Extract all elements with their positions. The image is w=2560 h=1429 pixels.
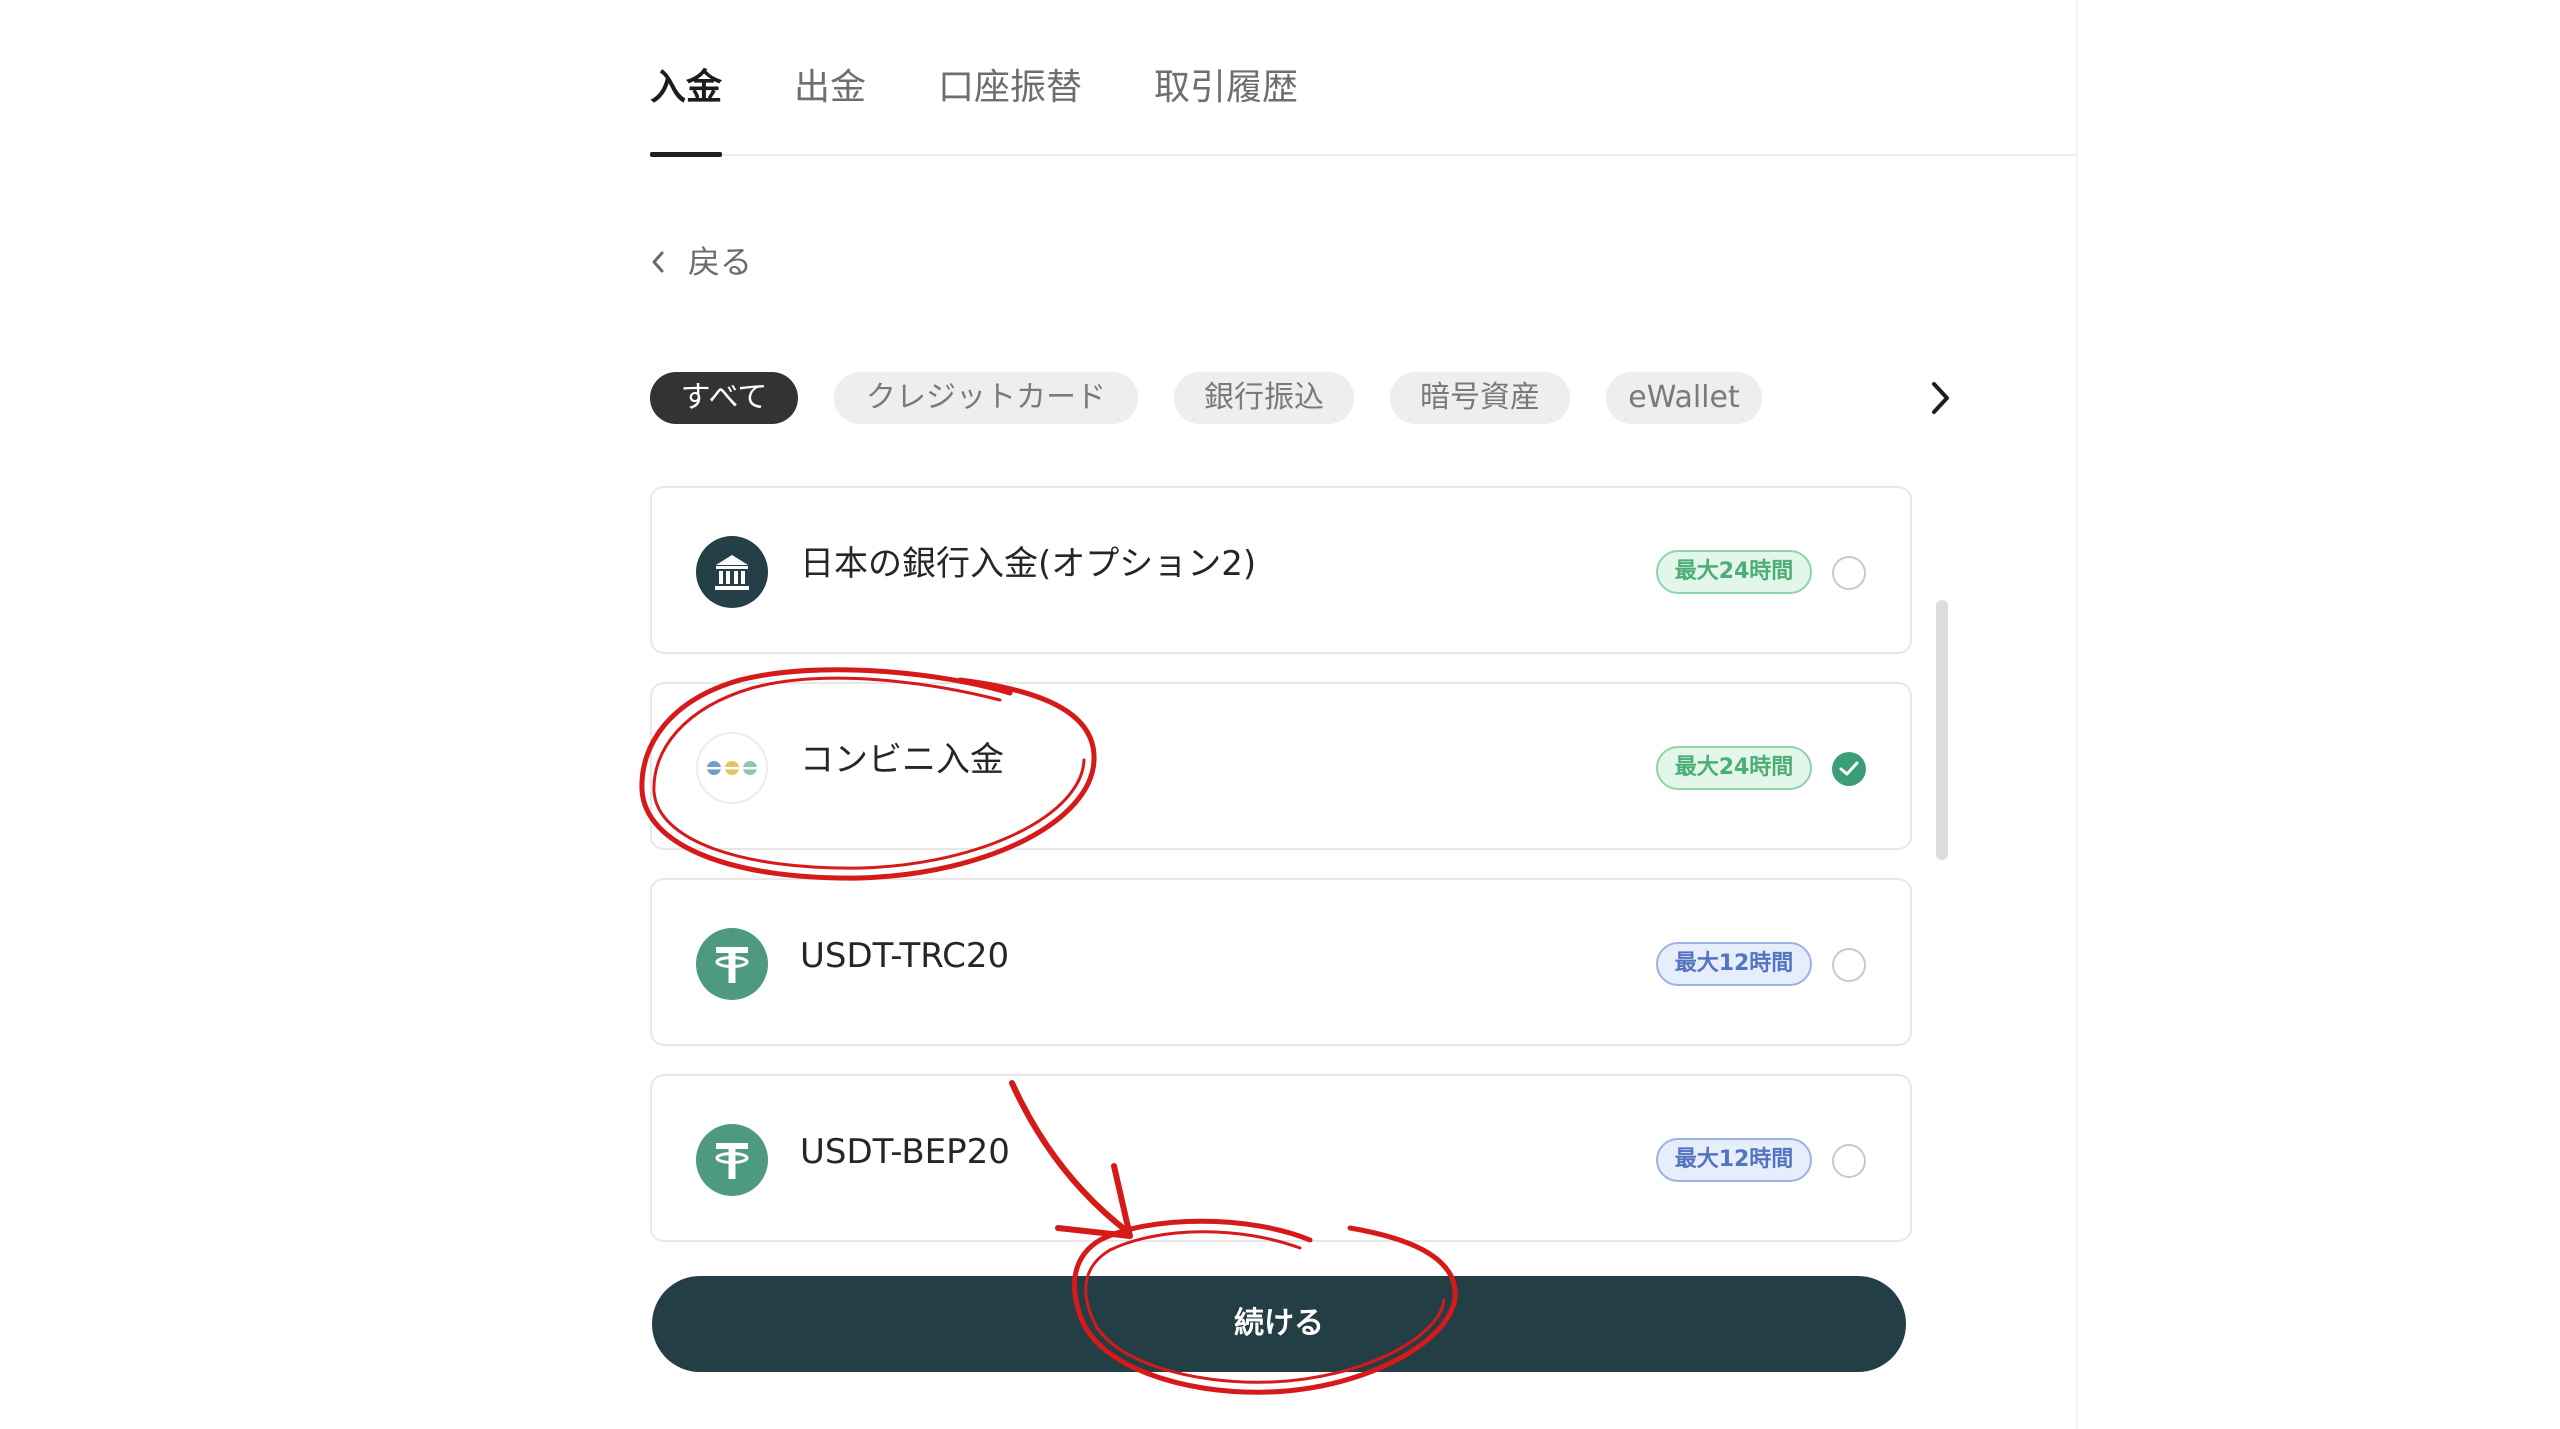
chevron-right-icon[interactable]	[1920, 376, 1960, 420]
tab-deposit[interactable]: 入金	[650, 62, 723, 157]
payment-method-card[interactable]: USDT-BEP20 最大12時間	[650, 1074, 1912, 1242]
deposit-page: 入金 出金 口座振替 取引履歴 戻る すべて クレジットカード 銀行振込 暗号資…	[0, 0, 2560, 1429]
processing-time-badge: 最大24時間	[1656, 550, 1812, 594]
payment-method-card[interactable]: USDT-TRC20 最大12時間	[650, 878, 1912, 1046]
method-radio-checked[interactable]	[1832, 752, 1866, 786]
payment-method-name: 日本の銀行入金(オプション2)	[800, 544, 1257, 584]
list-scrollbar[interactable]	[1936, 600, 1948, 860]
bank-icon	[696, 536, 768, 608]
filter-chip-bank-transfer[interactable]: 銀行振込	[1174, 372, 1354, 424]
tab-withdraw-label: 出金	[794, 67, 867, 108]
tab-history-label: 取引履歴	[1154, 67, 1299, 108]
tab-account-transfer-label: 口座振替	[938, 67, 1083, 108]
continue-button[interactable]: 続ける	[652, 1276, 1906, 1372]
back-link[interactable]: 戻る	[650, 240, 752, 284]
filter-chip-crypto-label: 暗号資産	[1420, 380, 1540, 415]
filter-chip-ewallet-label: eWallet	[1628, 380, 1740, 415]
method-radio[interactable]	[1832, 1144, 1866, 1178]
payment-method-name: USDT-BEP20	[800, 1132, 1010, 1172]
tab-deposit-label: 入金	[650, 67, 723, 108]
check-icon	[1839, 761, 1859, 776]
method-radio[interactable]	[1832, 948, 1866, 982]
filter-chip-credit-card[interactable]: クレジットカード	[834, 372, 1138, 424]
filter-chip-credit-card-label: クレジットカード	[866, 380, 1106, 415]
filter-chip-crypto[interactable]: 暗号資産	[1390, 372, 1570, 424]
filter-chip-all[interactable]: すべて	[650, 372, 798, 424]
back-label: 戻る	[688, 243, 753, 281]
processing-time-badge: 最大24時間	[1656, 746, 1812, 790]
tether-icon	[696, 928, 768, 1000]
filter-chip-all-label: すべて	[680, 380, 768, 415]
payment-method-name: コンビニ入金	[800, 740, 1004, 780]
active-tab-indicator	[650, 152, 722, 157]
payment-method-name: USDT-TRC20	[800, 936, 1010, 976]
tab-account-transfer[interactable]: 口座振替	[938, 62, 1082, 154]
convenience-store-icon	[696, 732, 768, 804]
processing-time-badge: 最大12時間	[1656, 942, 1812, 986]
filter-chip-ewallet[interactable]: eWallet	[1606, 372, 1762, 424]
tab-bar: 入金 出金 口座振替 取引履歴	[650, 62, 2078, 157]
tether-icon	[696, 1124, 768, 1196]
payment-method-card-selected[interactable]: コンビニ入金 最大24時間	[650, 682, 1912, 850]
panel-divider	[2076, 0, 2078, 1429]
tab-history[interactable]: 取引履歴	[1154, 62, 1298, 154]
continue-button-label: 続ける	[1234, 1306, 1324, 1341]
processing-time-badge: 最大12時間	[1656, 1138, 1812, 1182]
chevron-left-icon	[650, 240, 674, 284]
payment-method-card[interactable]: 日本の銀行入金(オプション2) 最大24時間	[650, 486, 1912, 654]
tab-withdraw[interactable]: 出金	[794, 62, 866, 154]
filter-chip-bank-transfer-label: 銀行振込	[1204, 380, 1324, 415]
method-radio[interactable]	[1832, 556, 1866, 590]
